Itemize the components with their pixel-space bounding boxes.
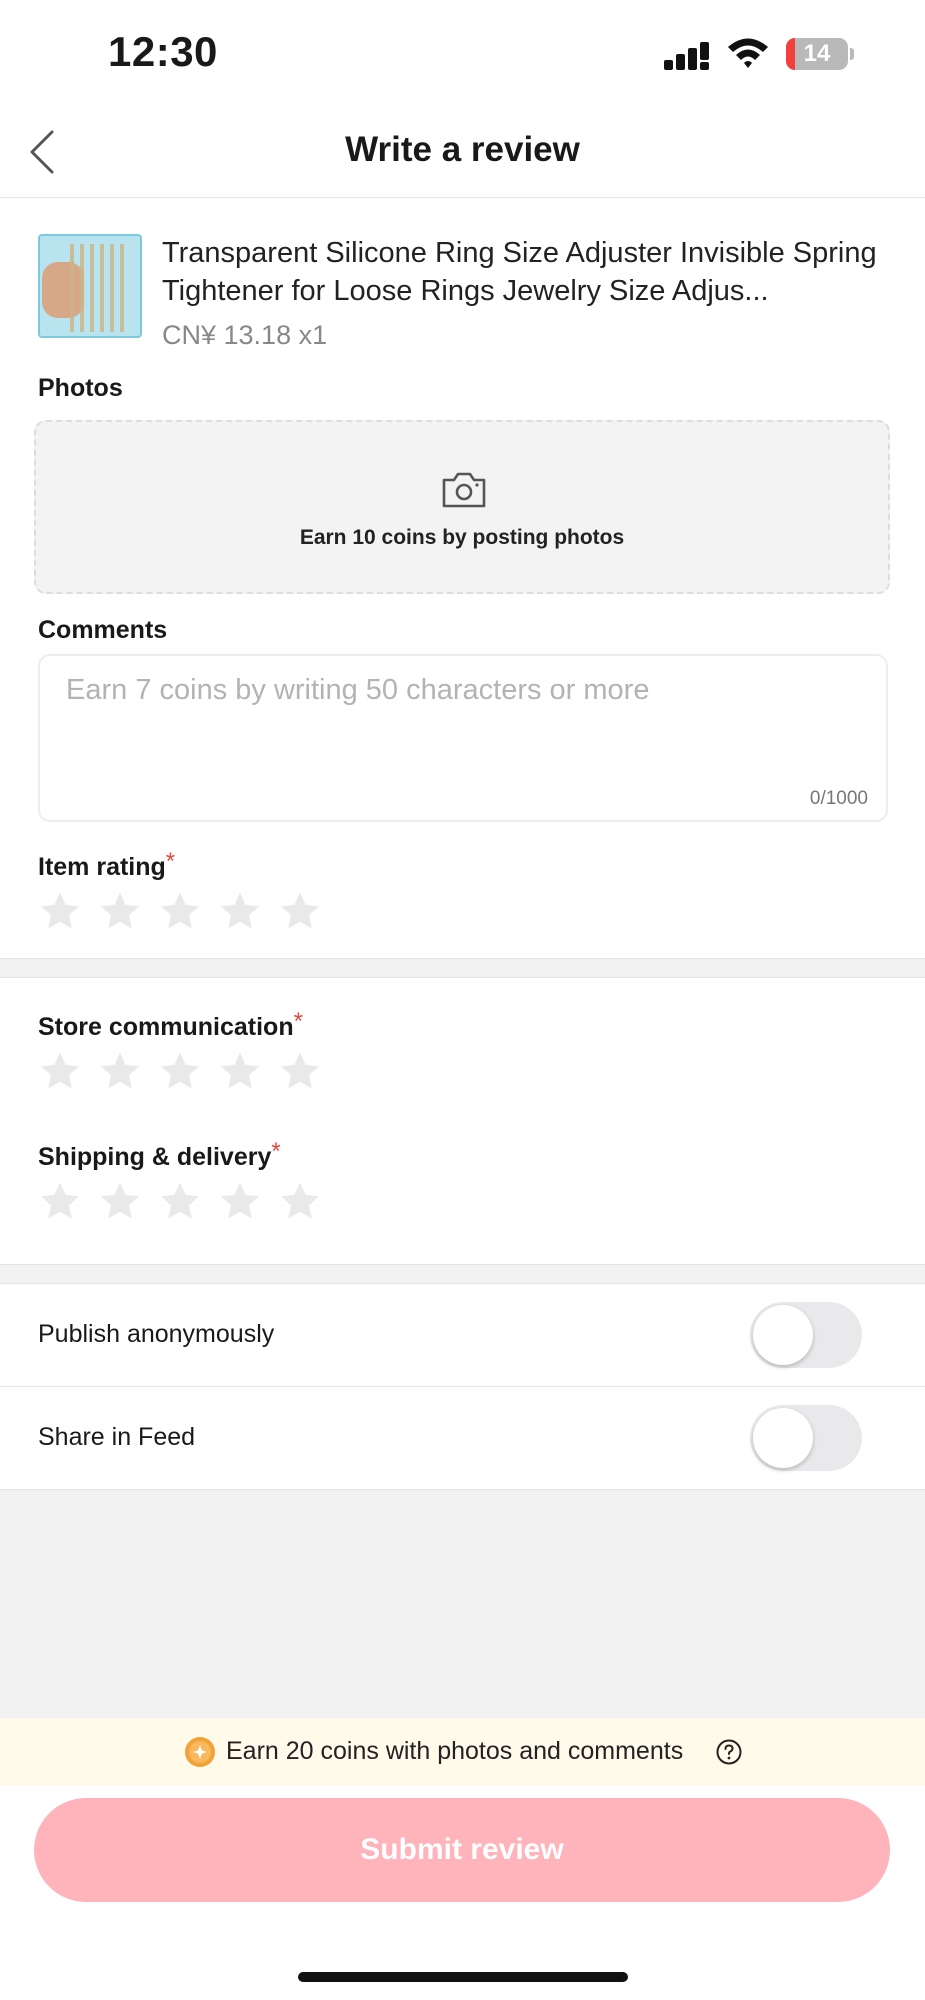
battery-icon: 14 (786, 38, 854, 70)
comments-label: Comments (38, 616, 168, 644)
required-mark: * (293, 1008, 303, 1035)
battery-level-text: 14 (803, 40, 831, 67)
publish-anonymously-label: Publish anonymously (38, 1320, 275, 1348)
star-icon[interactable] (158, 1180, 202, 1224)
submit-review-button[interactable]: Submit review (34, 1798, 890, 1902)
add-photos-button[interactable]: Earn 10 coins by posting photos (34, 420, 890, 594)
camera-icon (442, 472, 486, 508)
home-indicator (298, 1972, 628, 1982)
shipping-delivery-stars (38, 1180, 338, 1224)
star-icon[interactable] (218, 1050, 262, 1094)
product-price: CN¥ 13.18 x1 (162, 320, 328, 350)
required-mark: * (271, 1138, 281, 1165)
shipping-delivery-label-text: Shipping & delivery (38, 1143, 272, 1171)
product-image (38, 234, 142, 338)
product-title: Transparent Silicone Ring Size Adjuster … (162, 237, 877, 307)
publish-anonymously-row: Publish anonymously (0, 1284, 925, 1387)
coins-promo-bar: Earn 20 coins with photos and comments (0, 1718, 925, 1786)
star-icon[interactable] (38, 1180, 82, 1224)
star-icon[interactable] (278, 890, 322, 934)
comment-input[interactable] (66, 674, 846, 774)
product-summary: Transparent Silicone Ring Size Adjuster … (38, 234, 898, 364)
required-mark: * (165, 848, 176, 875)
photos-label: Photos (38, 374, 123, 402)
star-icon[interactable] (218, 890, 262, 934)
character-count: 0/1000 (809, 788, 868, 809)
store-communication-label-text: Store communication (38, 1013, 294, 1041)
wifi-icon (728, 38, 768, 68)
star-icon[interactable] (278, 1180, 322, 1224)
star-icon[interactable] (218, 1180, 262, 1224)
item-rating-label: Item rating* (38, 848, 175, 882)
star-icon[interactable] (158, 890, 202, 934)
store-communication-label: Store communication* (38, 1008, 303, 1042)
empty-background (0, 1490, 925, 1718)
share-in-feed-label: Share in Feed (38, 1423, 196, 1451)
star-icon[interactable] (38, 890, 82, 934)
page-title: Write a review (345, 130, 580, 169)
star-icon[interactable] (98, 1180, 142, 1224)
store-communication-stars (38, 1050, 338, 1094)
toggle-knob (753, 1305, 813, 1365)
coin-icon (185, 1737, 215, 1767)
publish-anonymously-toggle[interactable] (750, 1302, 862, 1368)
toggle-knob (753, 1408, 813, 1468)
star-icon[interactable] (158, 1050, 202, 1094)
nav-bar: Write a review (0, 110, 925, 198)
section-divider (0, 958, 925, 978)
section-divider (0, 1264, 925, 1284)
star-icon[interactable] (38, 1050, 82, 1094)
comment-field: 0/1000 (38, 654, 888, 822)
star-icon[interactable] (98, 1050, 142, 1094)
star-icon[interactable] (98, 890, 142, 934)
item-rating-stars (38, 890, 338, 934)
coins-promo-text: Earn 20 coins with photos and comments (226, 1737, 684, 1765)
photos-hint: Earn 10 coins by posting photos (299, 526, 625, 549)
status-bar: 12:30 14 (0, 0, 925, 110)
cellular-signal-icon (664, 42, 709, 70)
item-rating-label-text: Item rating (38, 853, 166, 881)
shipping-delivery-label: Shipping & delivery* (38, 1138, 281, 1172)
share-in-feed-toggle[interactable] (750, 1405, 862, 1471)
star-icon[interactable] (278, 1050, 322, 1094)
question-circle-icon[interactable] (716, 1739, 742, 1765)
share-in-feed-row: Share in Feed (0, 1387, 925, 1490)
status-time: 12:30 (108, 28, 218, 75)
